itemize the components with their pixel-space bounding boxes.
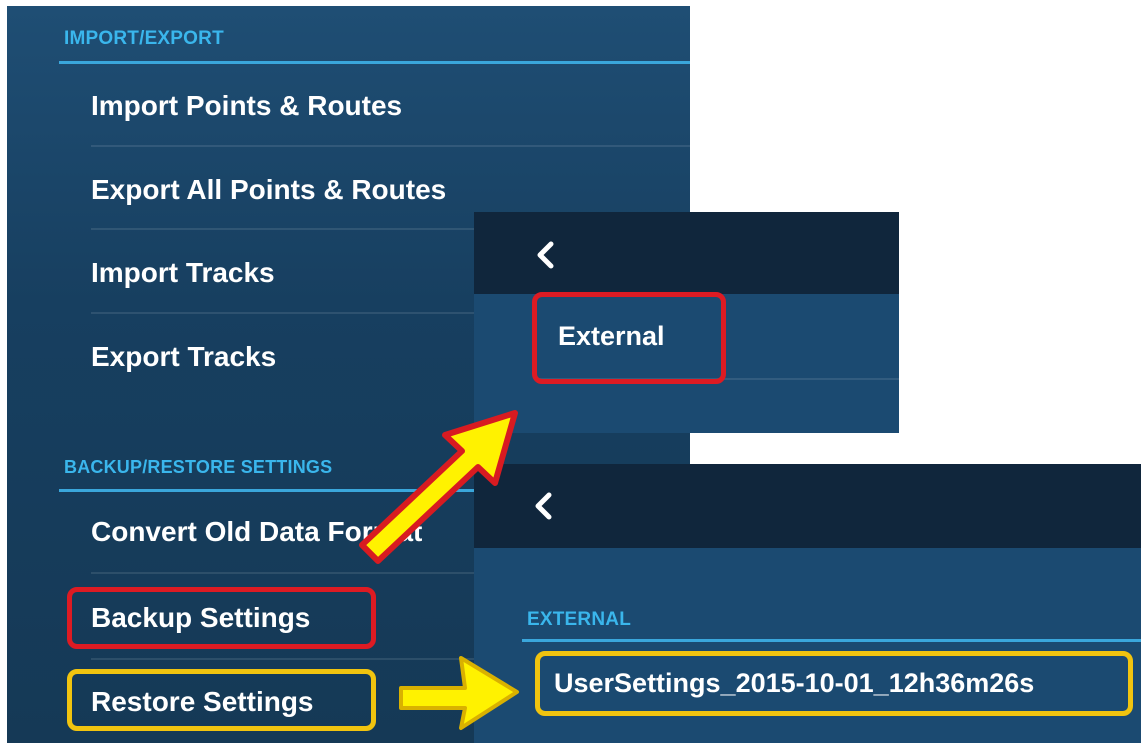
back-chevron-icon[interactable] [532, 491, 554, 521]
import-tracks-item[interactable]: Import Tracks [91, 257, 275, 289]
menu-divider [91, 145, 690, 147]
user-settings-file-highlight [535, 651, 1133, 716]
export-tracks-item[interactable]: Export Tracks [91, 341, 276, 373]
popup-title-bar [474, 464, 1141, 548]
import-export-header-rule [59, 61, 690, 64]
import-points-routes-item[interactable]: Import Points & Routes [91, 90, 402, 122]
restore-settings-highlight [67, 669, 376, 731]
backup-restore-header: BACKUP/RESTORE SETTINGS [64, 457, 333, 477]
external-section-header: EXTERNAL [527, 609, 631, 630]
backup-settings-highlight [67, 587, 376, 649]
export-all-points-routes-item[interactable]: Export All Points & Routes [91, 174, 446, 206]
back-chevron-icon[interactable] [534, 240, 556, 270]
external-header-rule [522, 639, 1141, 642]
external-option-highlight [532, 292, 726, 384]
import-export-header: IMPORT/EXPORT [64, 28, 224, 49]
convert-old-data-format-item[interactable]: Convert Old Data Format [91, 516, 422, 548]
popup-title-bar [474, 212, 899, 294]
